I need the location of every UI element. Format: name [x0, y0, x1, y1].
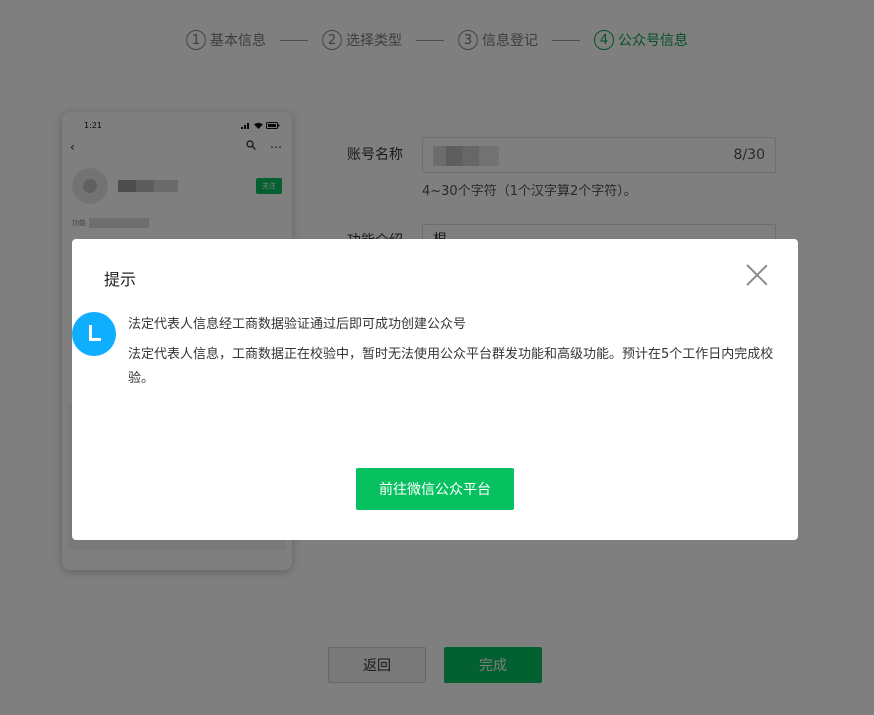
close-icon[interactable] [746, 264, 768, 286]
go-to-platform-button[interactable]: 前往微信公众平台 [356, 468, 514, 510]
dialog-message-title: 法定代表人信息经工商数据验证通过后即可成功创建公众号 [128, 317, 467, 332]
waiting-icon [72, 312, 116, 356]
dialog-title: 提示 [104, 270, 137, 289]
dialog-message-body: 法定代表人信息，工商数据正在校验中，暂时无法使用公众平台群发功能和高级功能。预计… [128, 347, 774, 386]
notice-dialog: 提示 法定代表人信息经工商数据验证通过后即可成功创建公众号 法定代表人信息，工商… [72, 239, 798, 540]
